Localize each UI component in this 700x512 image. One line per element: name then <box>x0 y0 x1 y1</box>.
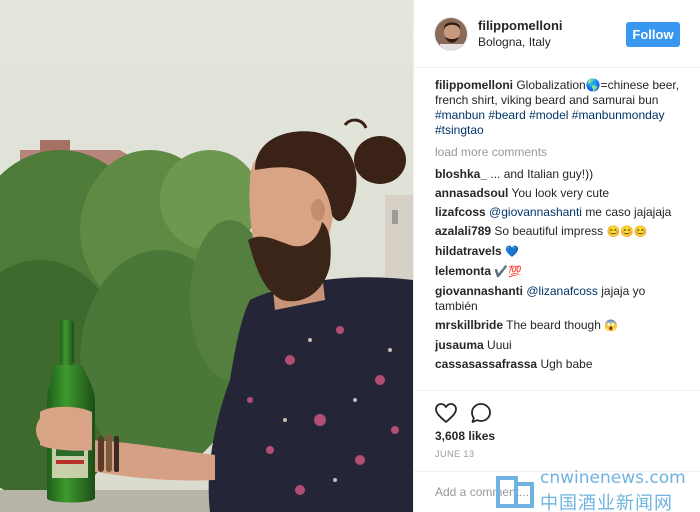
avatar[interactable] <box>434 17 468 51</box>
post-header: filippomelloni Bologna, Italy Follow <box>414 0 700 68</box>
comment-username[interactable]: azalali789 <box>435 224 491 238</box>
comment-username[interactable]: cassasassafrassa <box>435 357 537 371</box>
post-details-panel: filippomelloni Bologna, Italy Follow fil… <box>413 0 700 512</box>
comment-mention[interactable]: @lizanafcoss <box>526 284 598 298</box>
list-item: lelemonta ✔️💯 <box>435 264 691 280</box>
likes-count[interactable]: 3,608 likes <box>435 429 495 443</box>
comment-text: The beard though <box>506 318 601 332</box>
post-date[interactable]: JUNE 13 <box>435 449 475 459</box>
comment-text: me caso jajajaja <box>585 205 672 219</box>
caption-hashtags[interactable]: #manbun #beard #model #manbunmonday #tsi… <box>435 108 691 138</box>
comment-text: Ugh babe <box>540 357 593 371</box>
list-item: bloshka_ ... and Italian guy!)) <box>435 167 691 182</box>
comment-username[interactable]: bloshka_ <box>435 167 487 181</box>
comment-text: So beautiful impress <box>494 224 604 238</box>
post-caption: filippomelloni Globalization🌎=chinese be… <box>435 78 691 138</box>
add-comment-input[interactable] <box>435 482 635 502</box>
comment-username[interactable]: hildatravels <box>435 244 502 258</box>
comment-emoji: 😊😊😊 <box>606 226 648 238</box>
load-more-comments-link[interactable]: load more comments <box>435 145 691 160</box>
list-item: hildatravels 💙 <box>435 244 691 260</box>
list-item: mrskillbride The beard though 😱 <box>435 318 691 334</box>
comment-text: You look very cute <box>511 186 610 200</box>
list-item: giovannashanti @lizanafcoss jajaja yo ta… <box>435 284 691 314</box>
comment-username[interactable]: mrskillbride <box>435 318 503 332</box>
post-actions: 3,608 likes JUNE 13 <box>414 390 700 512</box>
comment-text: Uuui <box>487 338 512 352</box>
comment-mention[interactable]: @giovannashanti <box>489 205 582 219</box>
comment-username[interactable]: giovannashanti <box>435 284 523 298</box>
comment-username[interactable]: annasadsoul <box>435 186 508 200</box>
comments-list[interactable]: filippomelloni Globalization🌎=chinese be… <box>435 78 691 390</box>
post-photo[interactable] <box>0 0 413 512</box>
post-location[interactable]: Bologna, Italy <box>478 35 551 49</box>
post-author-username[interactable]: filippomelloni <box>478 18 563 33</box>
heart-icon[interactable] <box>434 401 458 425</box>
list-item: lizafcoss @giovannashanti me caso jajaja… <box>435 205 691 220</box>
comment-text: ... and Italian guy!)) <box>490 167 594 181</box>
caption-username[interactable]: filippomelloni <box>435 78 513 92</box>
comment-emoji: 😱 <box>604 320 618 332</box>
comment-bubble-icon[interactable] <box>469 401 493 425</box>
comment-username[interactable]: lizafcoss <box>435 205 486 219</box>
comment-username[interactable]: lelemonta <box>435 264 491 278</box>
list-item: cassasassafrassa Ugh babe <box>435 357 691 372</box>
comment-emoji: 💙 <box>505 246 519 258</box>
follow-button[interactable]: Follow <box>626 22 680 47</box>
comment-emoji: ✔️💯 <box>494 266 522 278</box>
list-item: jusauma Uuui <box>435 338 691 353</box>
list-item: annasadsoul You look very cute <box>435 186 691 201</box>
list-item: azalali789 So beautiful impress 😊😊😊 <box>435 224 691 240</box>
add-comment-section <box>414 471 700 512</box>
comment-username[interactable]: jusauma <box>435 338 484 352</box>
